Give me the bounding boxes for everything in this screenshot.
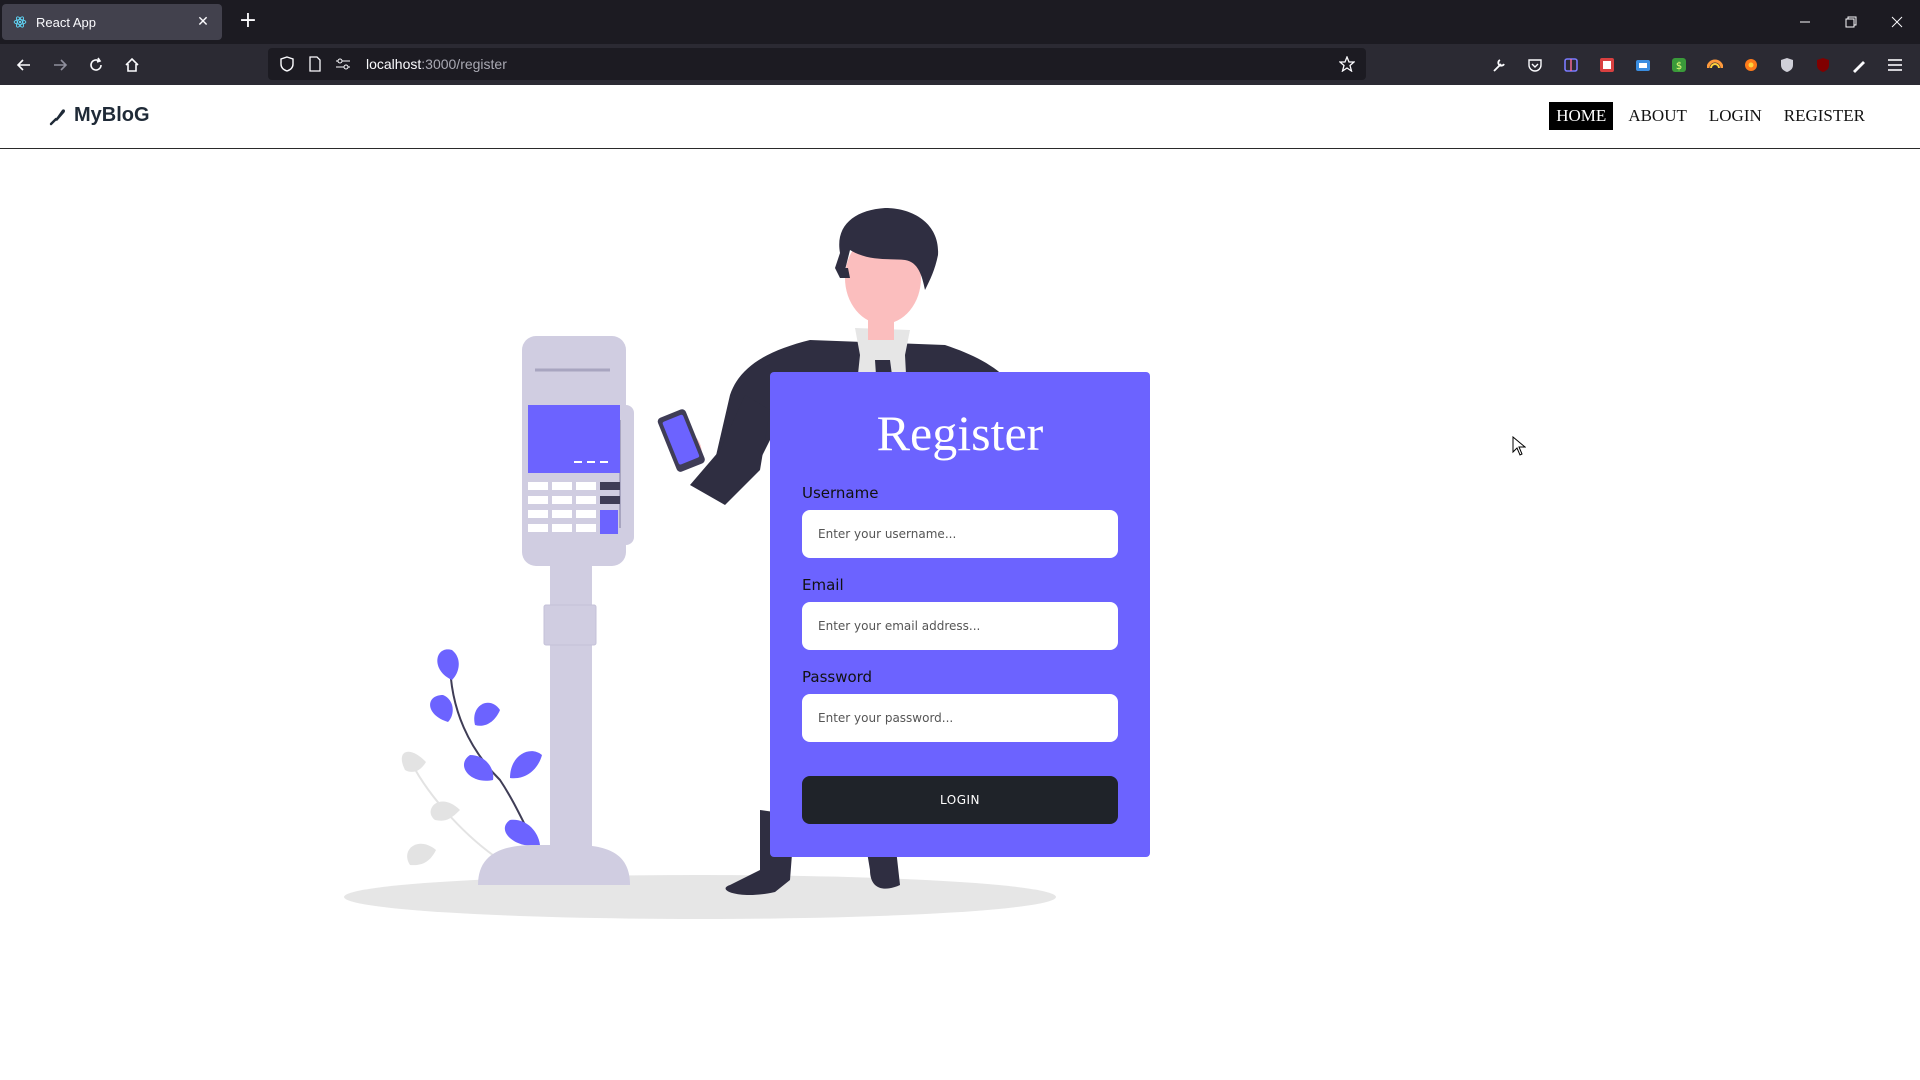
plant-leaf bbox=[510, 751, 542, 779]
blue-extension-icon[interactable] bbox=[1630, 52, 1656, 78]
orange-extension-icon[interactable] bbox=[1738, 52, 1764, 78]
extension-icons: $ bbox=[1486, 52, 1908, 78]
ground-shadow bbox=[344, 875, 1056, 919]
register-card: Register Username Email Password LOGIN bbox=[770, 372, 1150, 857]
plant-leaf bbox=[430, 695, 453, 722]
window-controls bbox=[1782, 0, 1920, 44]
url-path: :3000/register bbox=[421, 56, 507, 72]
home-icon[interactable] bbox=[118, 52, 146, 78]
site-header: MyBloG HOME ABOUT LOGIN REGISTER bbox=[0, 85, 1920, 149]
brand-name: MyBloG bbox=[74, 104, 150, 126]
url-host: localhost bbox=[366, 56, 422, 72]
browser-toolbar: localhost:3000/register $ bbox=[0, 44, 1920, 85]
url-text: localhost:3000/register bbox=[366, 56, 507, 72]
grey-leaf bbox=[407, 843, 436, 866]
new-tab-plus-icon[interactable]: + bbox=[236, 10, 260, 34]
permissions-icon[interactable] bbox=[332, 53, 354, 75]
password-input[interactable] bbox=[802, 694, 1118, 742]
plant-leaf bbox=[463, 755, 494, 781]
ublock-icon[interactable] bbox=[1810, 52, 1836, 78]
email-label: Email bbox=[802, 576, 844, 594]
plant-leaf bbox=[504, 819, 540, 846]
brand-logo[interactable]: MyBloG bbox=[48, 104, 150, 127]
nav-login[interactable]: LOGIN bbox=[1702, 102, 1769, 130]
bookmark-star-icon[interactable] bbox=[1336, 53, 1358, 75]
rainbow-extension-icon[interactable] bbox=[1702, 52, 1728, 78]
svg-text:$: $ bbox=[1676, 61, 1682, 72]
address-bar[interactable]: localhost:3000/register bbox=[268, 48, 1366, 80]
wrench-icon[interactable] bbox=[1486, 52, 1512, 78]
page-viewport: MyBloG HOME ABOUT LOGIN REGISTER Registe… bbox=[0, 85, 1920, 1080]
plant-leaf bbox=[437, 649, 459, 680]
pen-extension-icon[interactable] bbox=[1846, 52, 1872, 78]
green-extension-icon[interactable]: $ bbox=[1666, 52, 1692, 78]
forward-icon[interactable] bbox=[46, 52, 74, 78]
plant-leaf bbox=[474, 702, 500, 726]
terminal-pole bbox=[550, 545, 592, 850]
feather-pen-icon bbox=[49, 108, 65, 125]
terminal-collar bbox=[543, 604, 597, 646]
reload-icon[interactable] bbox=[82, 52, 110, 78]
red-extension-icon[interactable] bbox=[1594, 52, 1620, 78]
username-label: Username bbox=[802, 484, 879, 502]
tab-title: React App bbox=[36, 14, 96, 30]
restore-icon[interactable] bbox=[1828, 0, 1874, 44]
terminal-base bbox=[478, 845, 630, 885]
form-title: Register bbox=[876, 405, 1044, 461]
nav-about[interactable]: ABOUT bbox=[1621, 102, 1694, 130]
terminal-top bbox=[530, 336, 618, 396]
pocket-icon[interactable] bbox=[1522, 52, 1548, 78]
page-icon[interactable] bbox=[304, 53, 326, 75]
react-favicon-icon bbox=[12, 14, 28, 30]
browser-tab[interactable]: React App ✕ bbox=[2, 4, 222, 40]
mouse-cursor-icon bbox=[1512, 436, 1526, 456]
password-label: Password bbox=[802, 668, 873, 686]
nav-home[interactable]: HOME bbox=[1549, 102, 1614, 130]
browser-tabbar: React App ✕ + bbox=[0, 0, 1920, 44]
close-window-icon[interactable] bbox=[1874, 0, 1920, 44]
shield-icon[interactable] bbox=[276, 53, 298, 75]
username-input[interactable] bbox=[802, 510, 1118, 558]
email-input[interactable] bbox=[802, 602, 1118, 650]
extension-grid-icon[interactable] bbox=[1558, 52, 1584, 78]
close-tab-icon[interactable]: ✕ bbox=[194, 14, 212, 30]
menu-icon[interactable] bbox=[1882, 52, 1908, 78]
main-nav: HOME ABOUT LOGIN REGISTER bbox=[1549, 102, 1872, 130]
minimize-icon[interactable] bbox=[1782, 0, 1828, 44]
shield-extension-icon[interactable] bbox=[1774, 52, 1800, 78]
nav-register[interactable]: REGISTER bbox=[1777, 102, 1872, 130]
submit-button[interactable]: LOGIN bbox=[802, 776, 1118, 824]
back-icon[interactable] bbox=[10, 52, 38, 78]
